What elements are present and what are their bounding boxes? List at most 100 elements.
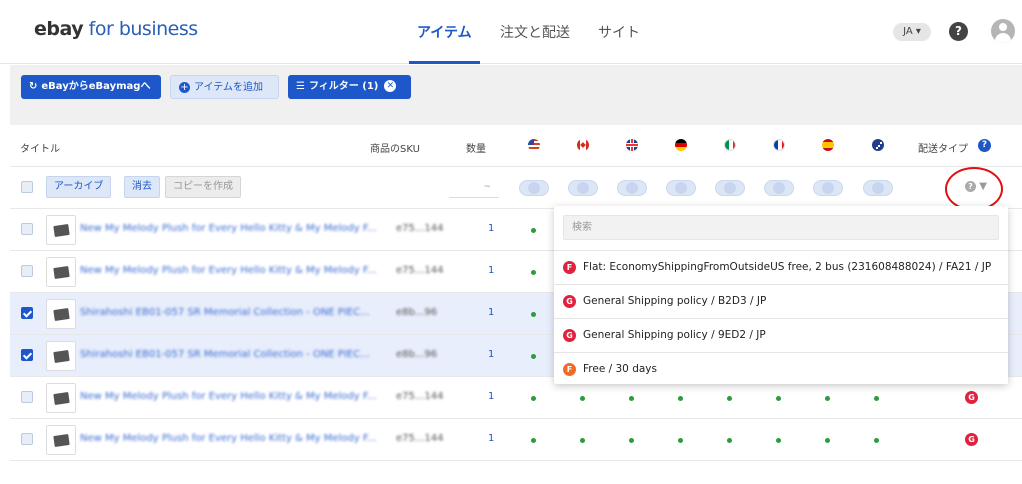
site-status-dot xyxy=(678,438,683,443)
toggle-de[interactable] xyxy=(666,180,696,196)
shipping-search-input[interactable]: 検索 xyxy=(563,215,999,240)
tab-orders-shipping[interactable]: 注文と配送 xyxy=(500,22,570,42)
site-status-dot xyxy=(531,354,536,359)
shipping-option-label: General Shipping policy / B2D3 / JP xyxy=(583,295,767,307)
site-status-dot xyxy=(531,228,536,233)
germany-flag-icon xyxy=(675,139,687,151)
shipping-policy-icon[interactable]: G xyxy=(965,433,978,446)
toggle-fr[interactable] xyxy=(764,180,794,196)
select-all-checkbox[interactable] xyxy=(21,181,33,193)
row-checkbox[interactable] xyxy=(21,433,33,445)
policy-badge-icon: F xyxy=(563,261,576,274)
site-status-dot xyxy=(776,438,781,443)
site-status-dot xyxy=(531,438,536,443)
item-quantity[interactable]: 1 xyxy=(488,307,494,318)
item-sku: e75...144 xyxy=(396,391,444,402)
item-thumbnail[interactable] xyxy=(46,215,76,245)
item-quantity[interactable]: 1 xyxy=(488,265,494,276)
site-status-dot xyxy=(629,396,634,401)
row-checkbox[interactable] xyxy=(21,265,33,277)
add-item-button[interactable]: + アイテムを追加 xyxy=(170,75,279,99)
user-avatar-icon[interactable] xyxy=(991,19,1015,43)
site-status-dot xyxy=(531,396,536,401)
item-quantity[interactable]: 1 xyxy=(488,349,494,360)
filter-button[interactable]: ☰ フィルター (1) ✕ xyxy=(288,75,411,99)
item-sku: e8b...96 xyxy=(396,307,438,318)
toggle-it[interactable] xyxy=(715,180,745,196)
site-status-dot xyxy=(874,396,879,401)
item-thumbnail[interactable] xyxy=(46,425,76,455)
item-title-link[interactable]: New My Melody Plush for Every Hello Kitt… xyxy=(80,265,390,276)
site-status-dot xyxy=(825,438,830,443)
site-status-dot xyxy=(531,270,536,275)
shipping-help-icon[interactable]: ? xyxy=(978,139,991,152)
toolbar: ↻ eBayからeBaymagへ + アイテムを追加 ☰ フィルター (1) ✕ xyxy=(10,65,1022,125)
column-shipping-type[interactable]: 配送タイプ xyxy=(918,140,968,155)
tab-items[interactable]: アイテム xyxy=(409,22,480,64)
shipping-option[interactable]: G General Shipping policy / 9ED2 / JP xyxy=(554,318,1008,351)
item-title-link[interactable]: Shirahoshi EB01-057 SR Memorial Collecti… xyxy=(80,307,390,318)
policy-badge-icon: G xyxy=(563,329,576,342)
toggle-au[interactable] xyxy=(863,180,893,196)
item-sku: e75...144 xyxy=(396,433,444,444)
item-title-link[interactable]: New My Melody Plush for Every Hello Kitt… xyxy=(80,223,390,234)
ebay-for-business-logo[interactable]: ebay for business xyxy=(34,18,198,40)
copy-button: コピーを作成 xyxy=(165,176,241,198)
sync-ebay-button[interactable]: ↻ eBayからeBaymagへ xyxy=(21,75,161,99)
column-sku[interactable]: 商品のSKU xyxy=(370,140,420,155)
shipping-option[interactable]: F Flat: EconomyShippingFromOutsideUS free… xyxy=(554,250,1008,283)
toggle-us[interactable] xyxy=(519,180,549,196)
quantity-filter-input[interactable]: ~ xyxy=(449,176,499,198)
item-thumbnail[interactable] xyxy=(46,257,76,287)
refresh-icon: ↻ xyxy=(29,81,38,92)
column-title[interactable]: タイトル xyxy=(20,140,60,155)
toggle-es[interactable] xyxy=(813,180,843,196)
help-icon[interactable]: ? xyxy=(949,22,968,41)
site-status-dot xyxy=(825,396,830,401)
site-status-dot xyxy=(531,312,536,317)
tab-sites[interactable]: サイト xyxy=(598,22,640,42)
uk-flag-icon xyxy=(626,139,638,151)
red-highlight-circle xyxy=(945,167,1003,211)
site-status-dot xyxy=(874,438,879,443)
canada-flag-icon xyxy=(577,139,589,151)
row-checkbox[interactable] xyxy=(21,223,33,235)
item-thumbnail[interactable] xyxy=(46,299,76,329)
item-title-link[interactable]: New My Melody Plush for Every Hello Kitt… xyxy=(80,433,390,444)
shipping-policy-icon[interactable]: G xyxy=(965,391,978,404)
site-status-dot xyxy=(727,396,732,401)
clear-filter-icon[interactable]: ✕ xyxy=(384,80,397,92)
filter-icon: ☰ xyxy=(296,81,305,92)
italy-flag-icon xyxy=(724,139,736,151)
item-quantity[interactable]: 1 xyxy=(488,391,494,402)
item-quantity[interactable]: 1 xyxy=(488,433,494,444)
logo-ebay-text: ebay xyxy=(34,18,84,40)
delete-button[interactable]: 消去 xyxy=(124,176,160,198)
column-quantity[interactable]: 数量 xyxy=(466,140,486,155)
archive-button[interactable]: アーカイブ xyxy=(46,176,112,198)
item-title-link[interactable]: Shirahoshi EB01-057 SR Memorial Collecti… xyxy=(80,349,390,360)
row-checkbox[interactable] xyxy=(21,307,33,319)
shipping-option-label: Free / 30 days xyxy=(583,363,657,375)
item-title-link[interactable]: New My Melody Plush for Every Hello Kitt… xyxy=(80,391,390,402)
shipping-dropdown: 検索 F Flat: EconomyShippingFromOutsideUS f… xyxy=(554,206,1008,384)
item-sku: e75...144 xyxy=(396,223,444,234)
table-row[interactable]: New My Melody Plush for Every Hello Kitt… xyxy=(10,419,1022,461)
site-status-dot xyxy=(580,396,585,401)
policy-badge-icon: G xyxy=(563,295,576,308)
shipping-option[interactable]: F Free / 30 days xyxy=(554,352,1008,385)
language-selector[interactable]: JA ▾ xyxy=(893,23,931,41)
spain-flag-icon xyxy=(822,139,834,151)
item-quantity[interactable]: 1 xyxy=(488,223,494,234)
toggle-ca[interactable] xyxy=(568,180,598,196)
row-checkbox[interactable] xyxy=(21,391,33,403)
row-checkbox[interactable] xyxy=(21,349,33,361)
item-thumbnail[interactable] xyxy=(46,341,76,371)
item-sku: e75...144 xyxy=(396,265,444,276)
filter-label: フィルター (1) xyxy=(308,81,379,92)
item-thumbnail[interactable] xyxy=(46,383,76,413)
site-status-dot xyxy=(678,396,683,401)
shipping-option[interactable]: G General Shipping policy / B2D3 / JP xyxy=(554,284,1008,317)
shipping-option-label: General Shipping policy / 9ED2 / JP xyxy=(583,329,766,341)
toggle-gb[interactable] xyxy=(617,180,647,196)
